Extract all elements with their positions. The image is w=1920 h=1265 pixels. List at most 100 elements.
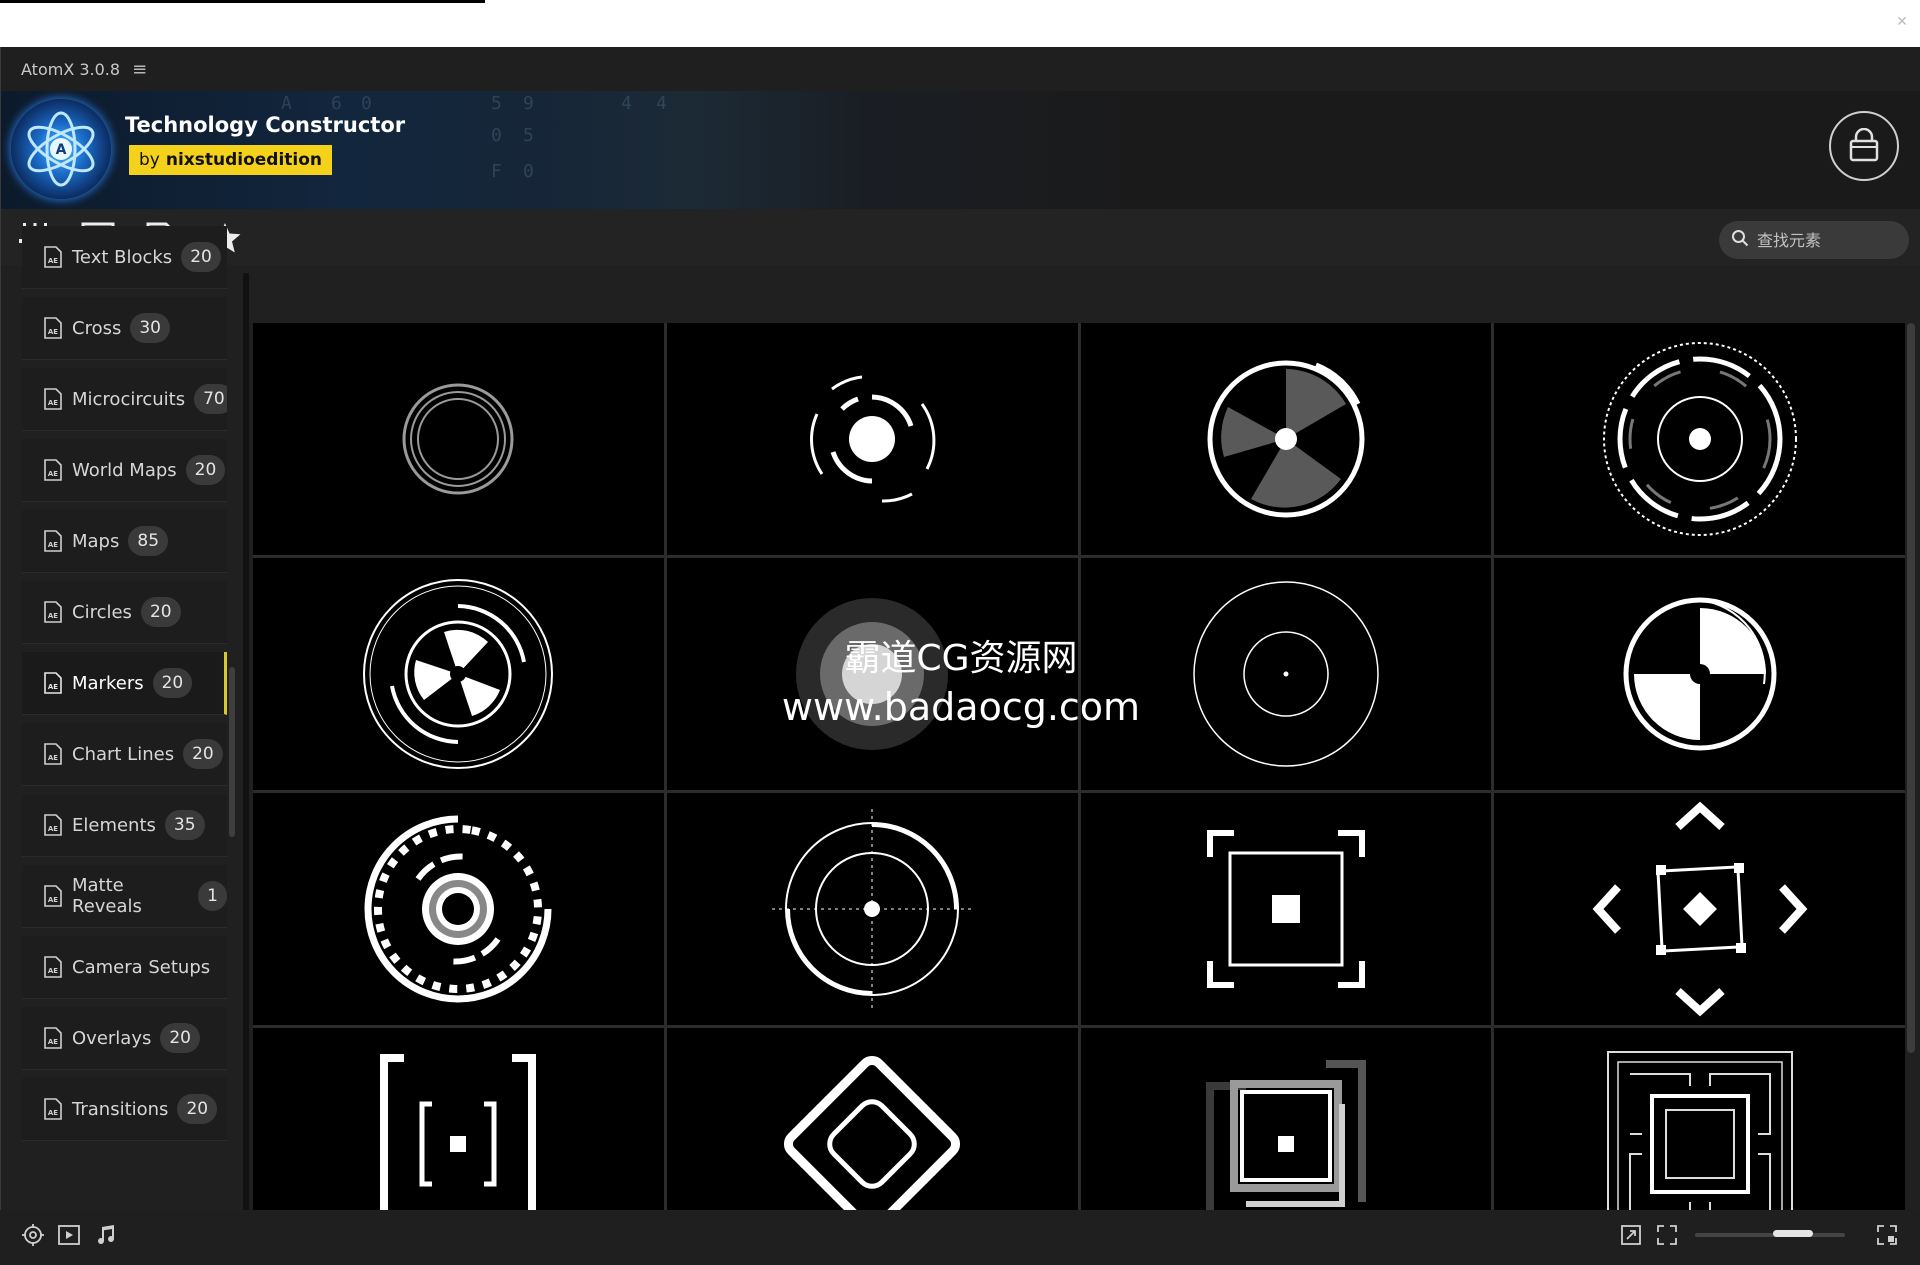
sidebar-item-maps[interactable]: AE Maps 85 xyxy=(22,510,227,573)
sidebar-item-count: 20 xyxy=(140,597,181,627)
sidebar-item-circles[interactable]: AE Circles 20 xyxy=(22,581,227,644)
crosshair-ring-preview xyxy=(772,809,973,1009)
banner-code-glyph: 5 xyxy=(523,125,534,146)
sidebar-item-label: Elements xyxy=(72,814,156,836)
grid-item-segmented-ring[interactable] xyxy=(1494,323,1905,555)
glow-dot-preview xyxy=(796,598,949,750)
grid-item-pie-disc[interactable] xyxy=(1080,323,1492,555)
hamburger-menu-icon[interactable]: ≡ xyxy=(132,59,147,80)
loading-bar xyxy=(0,0,485,3)
sidebar-item-label: Cross xyxy=(72,317,122,339)
ae-file-icon: AE xyxy=(44,459,62,481)
author-name: nixstudioedition xyxy=(165,150,323,170)
expand-icon[interactable] xyxy=(1618,1222,1644,1248)
sidebar-item-count: 35 xyxy=(164,810,205,840)
svg-text:AE: AE xyxy=(48,541,58,549)
ae-file-icon: AE xyxy=(44,885,62,907)
sidebar-item-cross[interactable]: AE Cross 30 xyxy=(22,297,227,360)
concentric-rings-preview xyxy=(402,383,514,495)
banner-code-glyph: 0 xyxy=(361,93,372,114)
sidebar-item-markers[interactable]: AE Markers 20 xyxy=(22,652,227,715)
pie-disc-preview xyxy=(1207,360,1365,518)
svg-text:AE: AE xyxy=(48,328,58,336)
sidebar-scrollbar[interactable] xyxy=(229,667,235,837)
author-badge[interactable]: by nixstudioedition xyxy=(129,145,333,175)
ae-file-icon: AE xyxy=(44,317,62,339)
category-sidebar: AE Text Blocks 20 AE Cross 30 AE Microci… xyxy=(22,226,227,1206)
banner-code-glyph: 9 xyxy=(523,93,534,114)
music-note-icon[interactable] xyxy=(92,1222,118,1248)
sidebar-divider xyxy=(243,273,249,1253)
quadrant-disc-preview xyxy=(1623,597,1777,751)
square-frame-preview xyxy=(1206,830,1365,988)
sidebar-item-world-maps[interactable]: AE World Maps 20 xyxy=(22,439,227,502)
arc-pulse-preview xyxy=(810,375,936,503)
svg-text:AE: AE xyxy=(48,683,58,691)
grid-item-concentric-rings[interactable] xyxy=(253,323,664,555)
grid-item-arrow-square[interactable] xyxy=(1494,793,1905,1025)
banner-code-glyph: F xyxy=(491,161,502,182)
grid-item-fan-target[interactable] xyxy=(253,558,664,790)
sidebar-item-chart-lines[interactable]: AE Chart Lines 20 xyxy=(22,723,227,786)
ae-file-icon: AE xyxy=(44,601,62,623)
sidebar-item-text-blocks[interactable]: AE Text Blocks 20 xyxy=(22,226,227,289)
sidebar-item-count: 30 xyxy=(130,313,170,343)
search-box[interactable] xyxy=(1719,221,1909,259)
sidebar-item-label: World Maps xyxy=(72,459,177,481)
preview-grid xyxy=(253,323,1905,1253)
target-gear-icon[interactable] xyxy=(20,1222,46,1248)
grid-item-square-frame[interactable] xyxy=(1080,793,1492,1025)
search-input[interactable] xyxy=(1755,229,1899,251)
search-icon xyxy=(1731,229,1749,251)
svg-text:AE: AE xyxy=(48,825,58,833)
svg-text:AE: AE xyxy=(48,896,58,904)
sidebar-item-microcircuits[interactable]: AE Microcircuits 70 xyxy=(22,368,227,431)
zoom-slider[interactable] xyxy=(1695,1230,1845,1237)
sidebar-item-overlays[interactable]: AE Overlays 20 xyxy=(22,1007,227,1070)
sidebar-item-elements[interactable]: AE Elements 35 xyxy=(22,794,227,857)
sidebar-item-label: Microcircuits xyxy=(72,388,186,410)
bottom-bar xyxy=(0,1210,1920,1265)
banner-code-glyph: A xyxy=(281,93,292,114)
play-icon[interactable] xyxy=(56,1222,82,1248)
ae-file-icon: AE xyxy=(44,388,62,410)
close-window-button[interactable]: ✕ xyxy=(1888,8,1916,36)
svg-text:AE: AE xyxy=(48,612,58,620)
sidebar-item-count: 20 xyxy=(181,242,221,272)
thin-ring-preview xyxy=(1193,581,1379,767)
banner-code-glyph: 0 xyxy=(491,125,502,146)
pack-title: Technology Constructor xyxy=(125,113,406,137)
banner-code-glyph: 5 xyxy=(491,93,502,114)
fan-target-preview xyxy=(363,579,554,769)
zoom-slider-handle[interactable] xyxy=(1773,1230,1813,1237)
grid-scrollbar[interactable] xyxy=(1907,323,1915,1053)
sidebar-item-count: 20 xyxy=(185,455,226,485)
pack-banner: 5 9 4 4 0 5 F 0 6 0 A A Technology Const… xyxy=(1,91,1920,209)
layout-icon[interactable] xyxy=(1874,1222,1900,1248)
segmented-ring-preview xyxy=(1602,342,1797,536)
grid-item-dashed-orbit[interactable] xyxy=(253,793,664,1025)
svg-text:AE: AE xyxy=(48,967,58,975)
grid-item-quadrant-disc[interactable] xyxy=(1494,558,1905,790)
sidebar-item-count: 20 xyxy=(183,739,223,769)
grid-item-arc-pulse[interactable] xyxy=(666,323,1078,555)
sidebar-item-label: Camera Setups xyxy=(72,956,211,978)
svg-text:AE: AE xyxy=(48,399,58,407)
banner-code-glyph: 4 xyxy=(656,93,667,114)
panel-titlebar: AtomX 3.0.8 ≡ xyxy=(1,47,1920,91)
main-toolbar xyxy=(1,209,1920,265)
shopping-bag-icon[interactable] xyxy=(1829,111,1899,181)
ae-file-icon: AE xyxy=(44,246,62,268)
grid-item-crosshair-ring[interactable] xyxy=(666,793,1078,1025)
sidebar-item-camera-setups[interactable]: AE Camera Setups xyxy=(22,936,227,999)
sidebar-item-count: 70 xyxy=(194,384,227,414)
grid-item-glow-dot[interactable] xyxy=(666,558,1078,790)
sidebar-item-transitions[interactable]: AE Transitions 20 xyxy=(22,1078,227,1141)
banner-code-glyph: 0 xyxy=(523,161,534,182)
grid-item-thin-ring[interactable] xyxy=(1080,558,1492,790)
sidebar-item-matte-reveals[interactable]: AE Matte Reveals 1 xyxy=(22,865,227,928)
svg-text:A: A xyxy=(56,142,67,158)
fullscreen-icon[interactable] xyxy=(1654,1222,1680,1248)
sidebar-item-count: 1 xyxy=(198,881,227,911)
ae-file-icon: AE xyxy=(44,814,62,836)
